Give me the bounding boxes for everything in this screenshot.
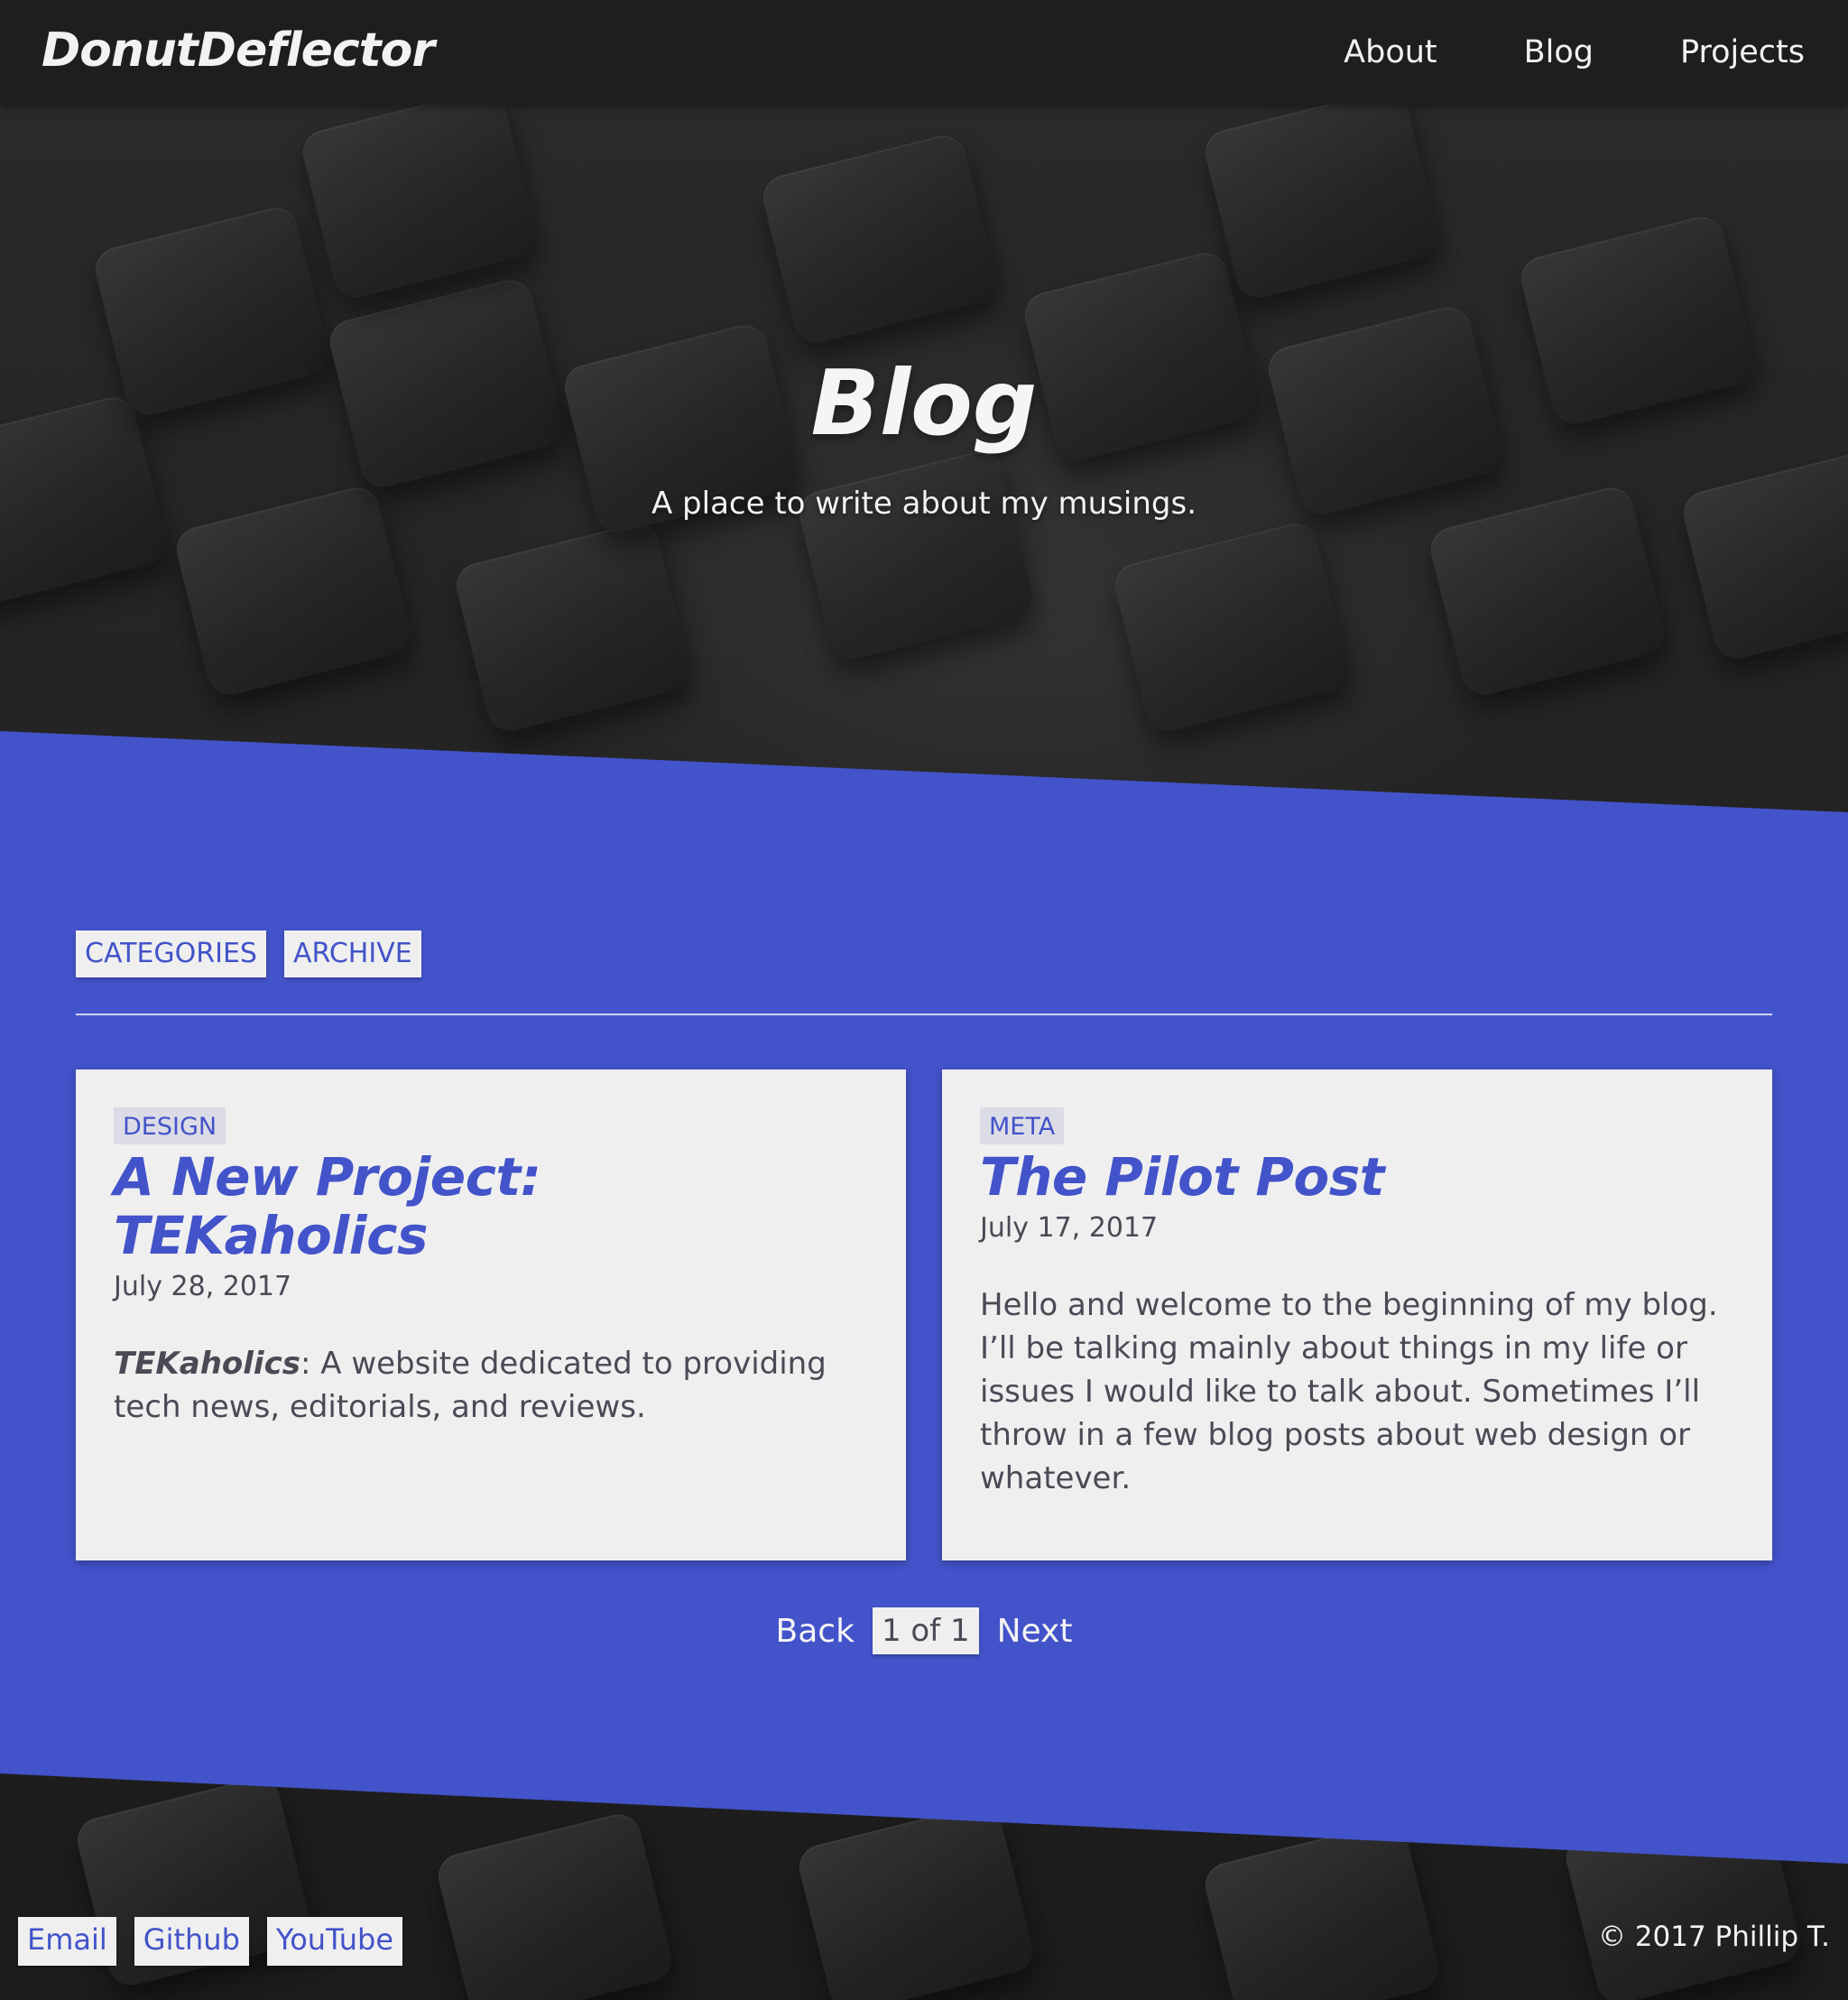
post-list: DESIGN A New Project: TEKaholics July 28…	[76, 1069, 1772, 1560]
categories-button[interactable]: CATEGORIES	[76, 931, 266, 977]
top-navbar: DonutDeflector About Blog Projects	[0, 0, 1848, 105]
post-excerpt: Hello and welcome to the beginning of my…	[980, 1286, 1718, 1496]
pagination-back-link[interactable]: Back	[776, 1613, 855, 1650]
footer-link-youtube[interactable]: YouTube	[266, 1917, 403, 1966]
nav-link-projects[interactable]: Projects	[1680, 34, 1805, 70]
post-date: July 28, 2017	[114, 1270, 292, 1302]
post-date: July 17, 2017	[980, 1211, 1159, 1244]
post-excerpt-bold: TEKaholics	[114, 1345, 300, 1382]
footer-link-email[interactable]: Email	[18, 1917, 116, 1966]
pagination-current-page: 1 of 1	[872, 1607, 979, 1654]
post-title[interactable]: A New Project: TEKaholics	[114, 1148, 868, 1265]
post-card[interactable]: DESIGN A New Project: TEKaholics July 28…	[76, 1069, 906, 1560]
nav-link-blog[interactable]: Blog	[1524, 34, 1594, 70]
copyright-text: © 2017 Phillip T.	[1597, 1921, 1830, 1953]
post-title[interactable]: The Pilot Post	[980, 1148, 1734, 1207]
site-logo[interactable]: DonutDeflector	[42, 23, 435, 78]
post-card[interactable]: META The Pilot Post July 17, 2017 Hello …	[942, 1069, 1772, 1560]
section-divider	[76, 1014, 1772, 1015]
page-subtitle: A place to write about my musings.	[651, 486, 1197, 522]
page-title: Blog	[810, 350, 1038, 456]
pagination: Back 1 of 1 Next	[76, 1607, 1772, 1654]
nav-link-about[interactable]: About	[1344, 34, 1437, 70]
pagination-next-link[interactable]: Next	[997, 1613, 1073, 1650]
blog-content: CATEGORIES ARCHIVE DESIGN A New Project:…	[76, 931, 1772, 1654]
archive-button[interactable]: ARCHIVE	[283, 931, 421, 977]
post-category-tag[interactable]: META	[980, 1107, 1065, 1144]
main-nav: About Blog Projects	[1344, 34, 1805, 70]
footer-link-github[interactable]: Github	[134, 1917, 249, 1966]
post-category-tag[interactable]: DESIGN	[114, 1107, 226, 1144]
filter-bar: CATEGORIES ARCHIVE	[76, 931, 1772, 977]
footer-links: Email Github YouTube	[18, 1917, 403, 1966]
post-excerpt: TEKaholics: A website dedicated to provi…	[114, 1342, 868, 1429]
